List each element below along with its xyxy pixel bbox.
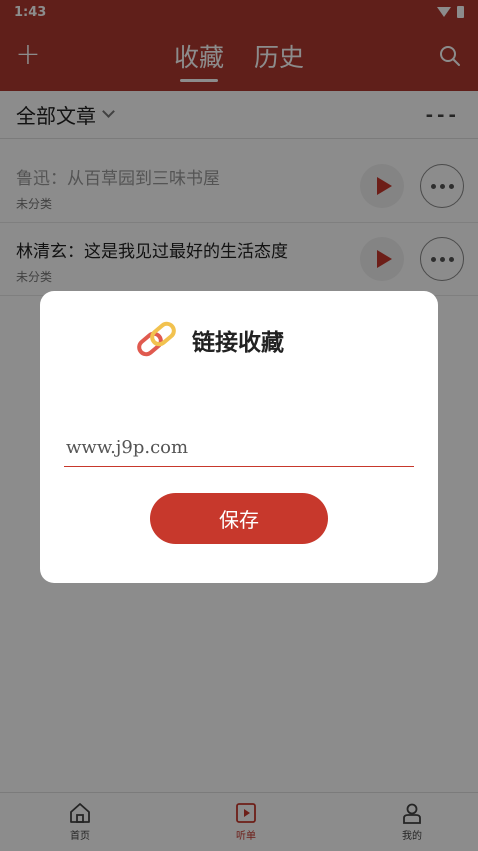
save-button[interactable]: 保存 xyxy=(150,493,328,544)
dialog-title: 链接收藏 xyxy=(192,330,284,356)
link-icon xyxy=(137,321,176,357)
url-input[interactable] xyxy=(64,429,414,467)
link-favorite-dialog: 链接收藏 保存 xyxy=(40,291,438,583)
dialog-header: 链接收藏 xyxy=(134,317,284,363)
